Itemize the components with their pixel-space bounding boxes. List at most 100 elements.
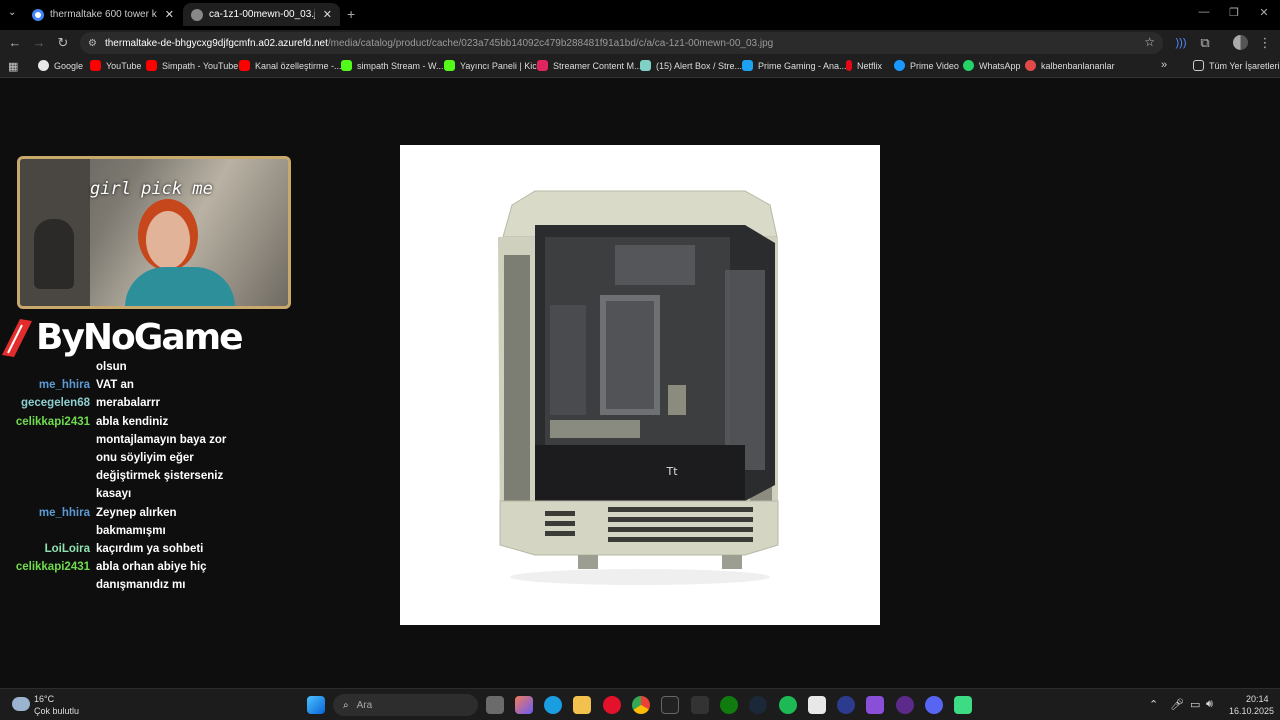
more-bookmarks-icon[interactable]: » bbox=[1161, 59, 1167, 71]
bookmark-label: YouTube bbox=[106, 60, 142, 71]
bookmark-label: (15) Alert Box / Stre... bbox=[656, 60, 743, 71]
all-bookmarks[interactable]: Tüm Yer İşaretleri bbox=[1193, 60, 1280, 71]
bookmark-whatsapp[interactable]: WhatsApp bbox=[963, 60, 1021, 71]
bookmark-label: Netflix bbox=[857, 60, 883, 71]
webcam-caption: girl pick me bbox=[90, 179, 213, 199]
bookmark-label: Google bbox=[54, 60, 84, 71]
chat-username[interactable]: me_hhira bbox=[0, 504, 90, 522]
microphone-icon[interactable]: 🎤︎ bbox=[1170, 698, 1184, 711]
bookmark-youtube[interactable]: YouTube bbox=[90, 60, 141, 71]
opera-icon[interactable] bbox=[603, 696, 621, 714]
amazon-games-icon[interactable] bbox=[691, 696, 709, 714]
streamlabs-icon bbox=[640, 60, 651, 71]
steam-icon[interactable] bbox=[749, 696, 767, 714]
spotify-icon[interactable] bbox=[779, 696, 797, 714]
tab-thermaltake-search[interactable]: thermaltake 600 tower kurulum ✕ bbox=[24, 3, 182, 26]
discord-icon[interactable] bbox=[925, 696, 943, 714]
close-window-icon[interactable]: ✕ bbox=[1254, 6, 1274, 19]
taskbar-search[interactable]: ⌕ Ara bbox=[333, 694, 478, 716]
clock-date[interactable]: 16.10.2025 bbox=[1229, 706, 1274, 716]
chat-text: merabalarrr bbox=[96, 397, 160, 410]
streaming-app-icon[interactable] bbox=[954, 696, 972, 714]
restore-icon[interactable]: ❐ bbox=[1224, 6, 1244, 19]
chat-username[interactable]: celikkapi2431 bbox=[0, 558, 90, 576]
kick-icon bbox=[444, 60, 455, 71]
chat-text: onu söyliyim eğer bbox=[96, 451, 194, 464]
tab-product-image[interactable]: ca-1z1-00mewn-00_03.jpg (720 ✕ bbox=[183, 3, 340, 26]
tray-overflow-icon[interactable]: ⌃ bbox=[1149, 698, 1158, 711]
clipchamp-icon[interactable] bbox=[866, 696, 884, 714]
heart-icon bbox=[1025, 60, 1036, 71]
chat-username[interactable]: celikkapi2431 bbox=[0, 413, 90, 431]
address-bar[interactable]: ⚙ thermaltake-de-bhgycxg9djfgcmfn.a02.az… bbox=[80, 32, 1163, 54]
bookmark-prime-gaming[interactable]: Prime Gaming - Ana... bbox=[742, 60, 847, 71]
chat-username[interactable]: gecegelen68 bbox=[0, 394, 90, 412]
bookmark-streamer-content[interactable]: Streamer Content M... bbox=[537, 60, 642, 71]
clock-time[interactable]: 20:14 bbox=[1246, 694, 1269, 704]
bookmark-label: Simpath - YouTube bbox=[162, 60, 239, 71]
chat-username[interactable]: LoiLoira bbox=[0, 540, 90, 558]
bookmark-alert-box[interactable]: (15) Alert Box / Stre... bbox=[640, 60, 742, 71]
bookmark-kick-panel[interactable]: Yayıncı Paneli | Kick bbox=[444, 60, 541, 71]
bookmark-label: Prime Gaming - Ana... bbox=[758, 60, 847, 71]
capcut-icon[interactable] bbox=[808, 696, 826, 714]
profile-avatar[interactable] bbox=[1233, 35, 1248, 50]
forward-icon[interactable]: → bbox=[30, 34, 48, 52]
apps-grid-icon[interactable]: ▦ bbox=[8, 60, 18, 73]
minimize-icon[interactable]: — bbox=[1194, 6, 1214, 18]
game-launcher-icon[interactable] bbox=[837, 696, 855, 714]
chat-text: abla kendiniz bbox=[96, 415, 169, 428]
windows-start-icon[interactable] bbox=[307, 696, 325, 714]
chrome-icon[interactable] bbox=[632, 696, 650, 714]
tab-title: ca-1z1-00mewn-00_03.jpg (720 bbox=[209, 9, 315, 20]
search-icon: ⌕ bbox=[343, 699, 349, 711]
back-icon[interactable]: ← bbox=[6, 34, 24, 52]
bookmark-netflix[interactable]: Netflix bbox=[846, 60, 882, 71]
edge-icon[interactable] bbox=[544, 696, 562, 714]
bookmark-kalbenbanlananlar[interactable]: kalbenbanlananlar bbox=[1025, 60, 1115, 71]
bookmark-star-icon[interactable]: ☆ bbox=[1144, 35, 1155, 49]
chat-text: danışmanıdız mı bbox=[96, 579, 186, 592]
bookmark-google[interactable]: Google bbox=[38, 60, 83, 71]
weather-cloud-icon[interactable] bbox=[12, 697, 30, 711]
brand-mark: Tt bbox=[665, 465, 678, 478]
chat-text: Zeynep alırken bbox=[96, 506, 177, 519]
search-placeholder: Ara bbox=[356, 699, 373, 711]
obs-icon[interactable] bbox=[896, 696, 914, 714]
bookmark-label: Streamer Content M... bbox=[553, 60, 642, 71]
epic-games-icon[interactable] bbox=[661, 696, 679, 714]
xbox-icon[interactable] bbox=[720, 696, 738, 714]
weather-temp[interactable]: 16°C bbox=[34, 694, 54, 704]
copilot-icon[interactable] bbox=[515, 696, 533, 714]
bookmark-simpath-youtube[interactable]: Simpath - YouTube bbox=[146, 60, 238, 71]
bookmark-prime-video[interactable]: Prime Video bbox=[894, 60, 959, 71]
tab-title: thermaltake 600 tower kurulum bbox=[50, 9, 157, 20]
bookmark-label: Yayıncı Paneli | Kick bbox=[460, 60, 542, 71]
site-info-icon[interactable]: ⚙ bbox=[88, 38, 97, 49]
close-tab-icon[interactable]: ✕ bbox=[165, 8, 174, 21]
bookmark-simpath-stream[interactable]: simpath Stream - W... bbox=[341, 60, 444, 71]
tab-search-chevron-icon[interactable]: ⌄ bbox=[8, 7, 16, 18]
file-explorer-icon[interactable] bbox=[573, 696, 591, 714]
read-aloud-icon[interactable]: ))) bbox=[1172, 34, 1190, 52]
extensions-icon[interactable]: ⧉ bbox=[1196, 34, 1214, 52]
bookmark-kanal[interactable]: Kanal özelleştirme -... bbox=[239, 60, 342, 71]
reload-icon[interactable]: ↻ bbox=[54, 34, 72, 52]
weather-desc[interactable]: Çok bulutlu bbox=[34, 706, 79, 716]
network-icon[interactable]: ▭ bbox=[1190, 698, 1200, 711]
webcam-overlay: girl pick me bbox=[17, 156, 291, 309]
task-view-icon[interactable] bbox=[486, 696, 504, 714]
pc-case-image: Tt bbox=[498, 190, 779, 585]
taskbar: 16°C Çok bulutlu ⌕ Ara ⌃ 🎤︎ ▭ 🔊︎ 20:14 1… bbox=[0, 688, 1280, 720]
logo-text: ByNoGame bbox=[36, 316, 244, 358]
whatsapp-icon bbox=[963, 60, 974, 71]
volume-icon[interactable]: 🔊︎ bbox=[1206, 698, 1213, 711]
chat-text: kaçırdım ya sohbeti bbox=[96, 543, 204, 555]
browser-toolbar: ← → ↻ ⚙ thermaltake-de-bhgycxg9djfgcmfn.… bbox=[0, 30, 1280, 56]
chat-text: abla orhan abiye hiç bbox=[96, 561, 207, 574]
chat-text: değiştirmek şisterseniz bbox=[96, 470, 224, 483]
close-tab-icon[interactable]: ✕ bbox=[323, 8, 332, 21]
menu-kebab-icon[interactable]: ⋮ bbox=[1256, 34, 1274, 52]
chat-username[interactable]: me_hhira bbox=[0, 376, 90, 394]
new-tab-plus-icon[interactable]: + bbox=[347, 6, 355, 22]
